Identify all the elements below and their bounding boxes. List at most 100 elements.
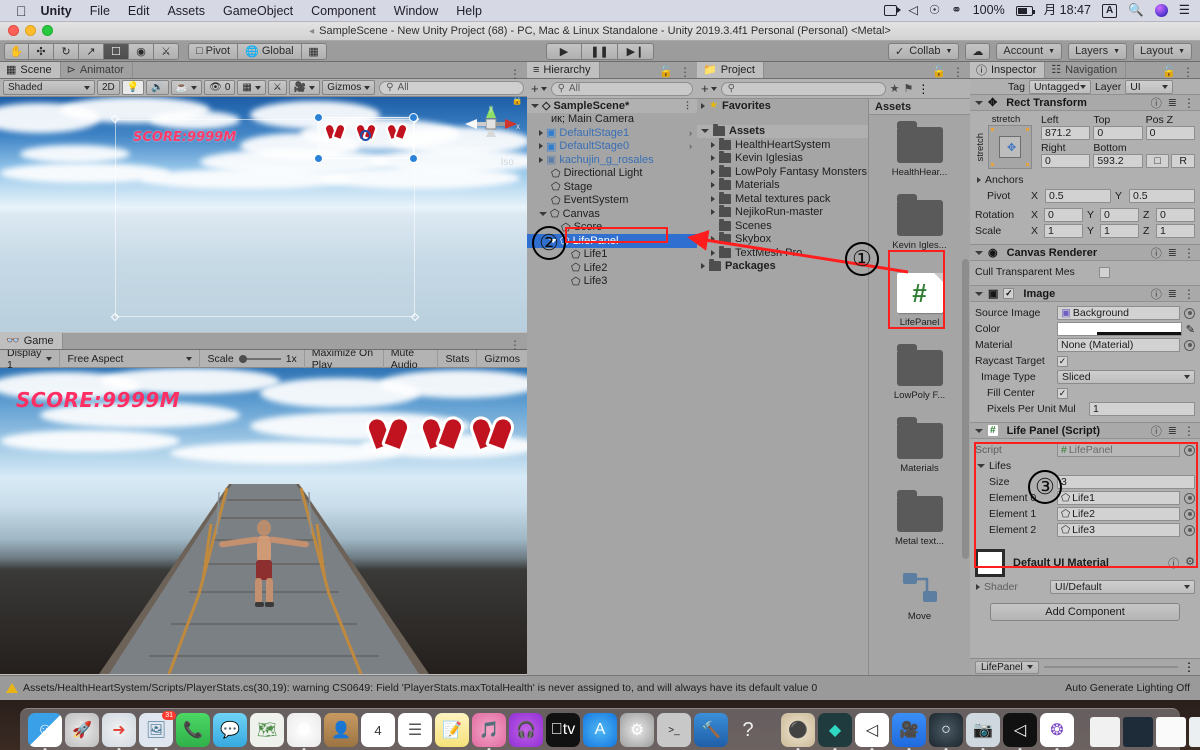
help-viewer-icon[interactable]: ? xyxy=(731,713,765,747)
scene-kebab-icon[interactable]: ⋮ xyxy=(683,100,697,111)
apple-logo-icon[interactable]:  xyxy=(16,4,27,18)
asset-item-healthheartsystem[interactable]: HealthHear... xyxy=(887,121,953,178)
project-tree-packages[interactable]: Packages xyxy=(697,259,868,274)
pivot-x-input[interactable]: 0.5 xyxy=(1045,189,1111,203)
menu-assets[interactable]: Assets xyxy=(167,4,205,18)
project-search-input[interactable]: ⚲ xyxy=(720,81,886,96)
tab-navigation[interactable]: ☷ Navigation xyxy=(1045,62,1127,78)
discord-icon[interactable]: ◁ xyxy=(908,4,918,17)
cloud-button[interactable]: ☁ xyxy=(965,42,991,60)
component-header-rect-transform[interactable]: ✥ Rect Transform ⓘ ≣ ⋮ xyxy=(970,94,1200,111)
inspector-kebab-icon[interactable]: ⋮ xyxy=(1182,66,1194,78)
reminders-icon[interactable]: ☰ xyxy=(398,713,432,747)
fill-center-checkbox[interactable]: ✓ xyxy=(1057,387,1068,399)
scale-x-input[interactable]: 1 xyxy=(1044,224,1083,238)
maximize-on-play-toggle[interactable]: Maximize On Play xyxy=(305,347,384,371)
top-input[interactable]: 0 xyxy=(1093,126,1143,140)
rotate-tool-icon[interactable]: ↻ xyxy=(54,42,79,60)
minimized-window-4[interactable] xyxy=(1189,717,1200,747)
tab-project[interactable]: 📁 Project xyxy=(697,62,764,78)
terminal-icon[interactable]: >_ xyxy=(657,713,691,747)
chevron-right-icon[interactable] xyxy=(711,182,715,189)
rect-tool-icon[interactable]: ☐ xyxy=(104,42,129,60)
tab-scene[interactable]: ▦ Scene xyxy=(0,62,61,78)
step-button[interactable]: ▶❙ xyxy=(618,42,654,60)
hierarchy-item-life3[interactable]: ⬠ Life3 xyxy=(527,275,697,289)
chevron-down-icon[interactable] xyxy=(975,291,983,296)
finder-icon[interactable]: ☺ xyxy=(28,713,62,750)
asset-item-kevin-iglesias[interactable]: Kevin Igles... xyxy=(887,194,953,251)
hierarchy-item-directional-light[interactable]: ⬠ Directional Light xyxy=(527,167,697,181)
quicktime-icon[interactable]: ○ xyxy=(929,713,963,750)
preset-icon[interactable]: ≣ xyxy=(1168,246,1177,259)
siri-icon[interactable] xyxy=(1154,4,1168,17)
project-tree-skybox[interactable]: Skybox xyxy=(697,232,868,247)
pivot-handle-icon[interactable] xyxy=(360,130,371,141)
color-swatch[interactable] xyxy=(1057,322,1182,336)
raw-edit-button[interactable]: R xyxy=(1171,154,1195,168)
project-filter-star-icon[interactable]: ★ xyxy=(890,82,900,95)
chevron-right-icon[interactable] xyxy=(711,141,715,148)
hierarchy-item-defaultstage0[interactable]: ▣ DefaultStage0 › xyxy=(527,140,697,154)
lock-icon[interactable]: 🔓 xyxy=(932,65,946,78)
help-icon[interactable]: ⓘ xyxy=(1151,245,1162,261)
rot-x-input[interactable]: 0 xyxy=(1044,208,1083,222)
move-tool-icon[interactable]: ✣ xyxy=(29,42,54,60)
game-display-dropdown[interactable]: Display 1 xyxy=(0,347,61,371)
system-preferences-icon[interactable]: ⚙ xyxy=(620,713,654,747)
facetime-icon[interactable]: 📞 xyxy=(176,713,210,747)
game-scale-slider[interactable]: Scale 1x xyxy=(200,349,305,368)
preset-icon[interactable]: ≣ xyxy=(1168,96,1177,109)
collab-dropdown[interactable]: ✓ Collab ▼ xyxy=(888,42,960,60)
project-tree-assets[interactable]: Assets xyxy=(697,124,868,138)
chevron-right-icon[interactable] xyxy=(711,236,715,243)
layout-dropdown[interactable]: Layout ▼ xyxy=(1133,42,1192,60)
poker-app-icon[interactable]: ⚫ xyxy=(781,713,815,750)
minimized-window-1[interactable] xyxy=(1090,717,1120,747)
chevron-right-icon[interactable] xyxy=(711,168,715,175)
scene-viewport[interactable]: SCORE:9999M y x Iso 🔒 xyxy=(0,97,527,332)
console-warning-message[interactable]: Assets/HealthHeartSystem/Scripts/PlayerS… xyxy=(0,682,817,694)
appletv-icon[interactable]: tv xyxy=(546,713,580,747)
chevron-down-icon[interactable] xyxy=(975,250,983,255)
chevron-right-icon[interactable] xyxy=(711,155,715,162)
asset-item-lowpoly[interactable]: LowPoly F... xyxy=(887,344,953,401)
scale-y-input[interactable]: 1 xyxy=(1100,224,1139,238)
layer-dropdown[interactable]: UI xyxy=(1125,79,1174,94)
menu-edit[interactable]: Edit xyxy=(128,4,150,18)
project-tree-kevin-iglesias[interactable]: Kevin Iglesias xyxy=(697,151,868,166)
prefab-open-chevron-icon[interactable]: › xyxy=(689,128,697,138)
scene-projection-label[interactable]: Iso xyxy=(501,157,514,168)
project-kebab-icon[interactable]: ⋮ xyxy=(952,66,964,78)
scale-tool-icon[interactable]: ↗ xyxy=(79,42,104,60)
chevron-right-icon[interactable] xyxy=(711,209,715,216)
lock-icon[interactable]: 🔓 xyxy=(659,65,673,78)
menu-file[interactable]: File xyxy=(90,4,110,18)
component-header-image[interactable]: ▣ ✓ Image ⓘ ≣ ⋮ xyxy=(970,285,1200,302)
scene-kebab-icon[interactable]: ⋮ xyxy=(509,68,521,80)
account-dropdown[interactable]: Account ▼ xyxy=(996,42,1063,60)
safari-icon[interactable]: ➜ xyxy=(102,713,136,750)
chevron-right-icon[interactable] xyxy=(539,129,543,136)
inspector-footer-object[interactable]: LifePanel xyxy=(975,660,1039,674)
pivot-y-input[interactable]: 0.5 xyxy=(1129,189,1195,203)
podcast-icon[interactable]: ☉ xyxy=(929,4,940,17)
sourcetree-icon[interactable]: ◆ xyxy=(818,713,852,750)
scale-slider-track[interactable] xyxy=(238,354,281,363)
raycast-target-checkbox[interactable]: ✓ xyxy=(1057,355,1068,367)
launchpad-icon[interactable]: 🚀 xyxy=(65,713,99,747)
image-enabled-checkbox[interactable]: ✓ xyxy=(1003,288,1015,299)
hierarchy-item-canvas[interactable]: ⬠ Canvas xyxy=(527,207,697,221)
preview-icon[interactable]: 🖼 31 xyxy=(139,711,176,750)
menu-help[interactable]: Help xyxy=(456,4,482,18)
preset-icon[interactable]: ≣ xyxy=(1168,287,1177,300)
footer-kebab-icon[interactable]: ⋮ xyxy=(1183,661,1195,673)
material-picker-icon[interactable] xyxy=(1184,339,1195,351)
chevron-right-icon[interactable] xyxy=(701,263,705,270)
toggle-2d-button[interactable]: 2D xyxy=(97,80,120,95)
asset-grid-scrollbar[interactable] xyxy=(962,259,969,559)
scene-fx-dropdown[interactable]: ☕ xyxy=(170,80,203,95)
minimized-window-3[interactable] xyxy=(1156,717,1186,747)
mute-audio-toggle[interactable]: Mute Audio xyxy=(384,347,439,371)
clock-label[interactable]: 月 18:47 xyxy=(1044,4,1091,17)
